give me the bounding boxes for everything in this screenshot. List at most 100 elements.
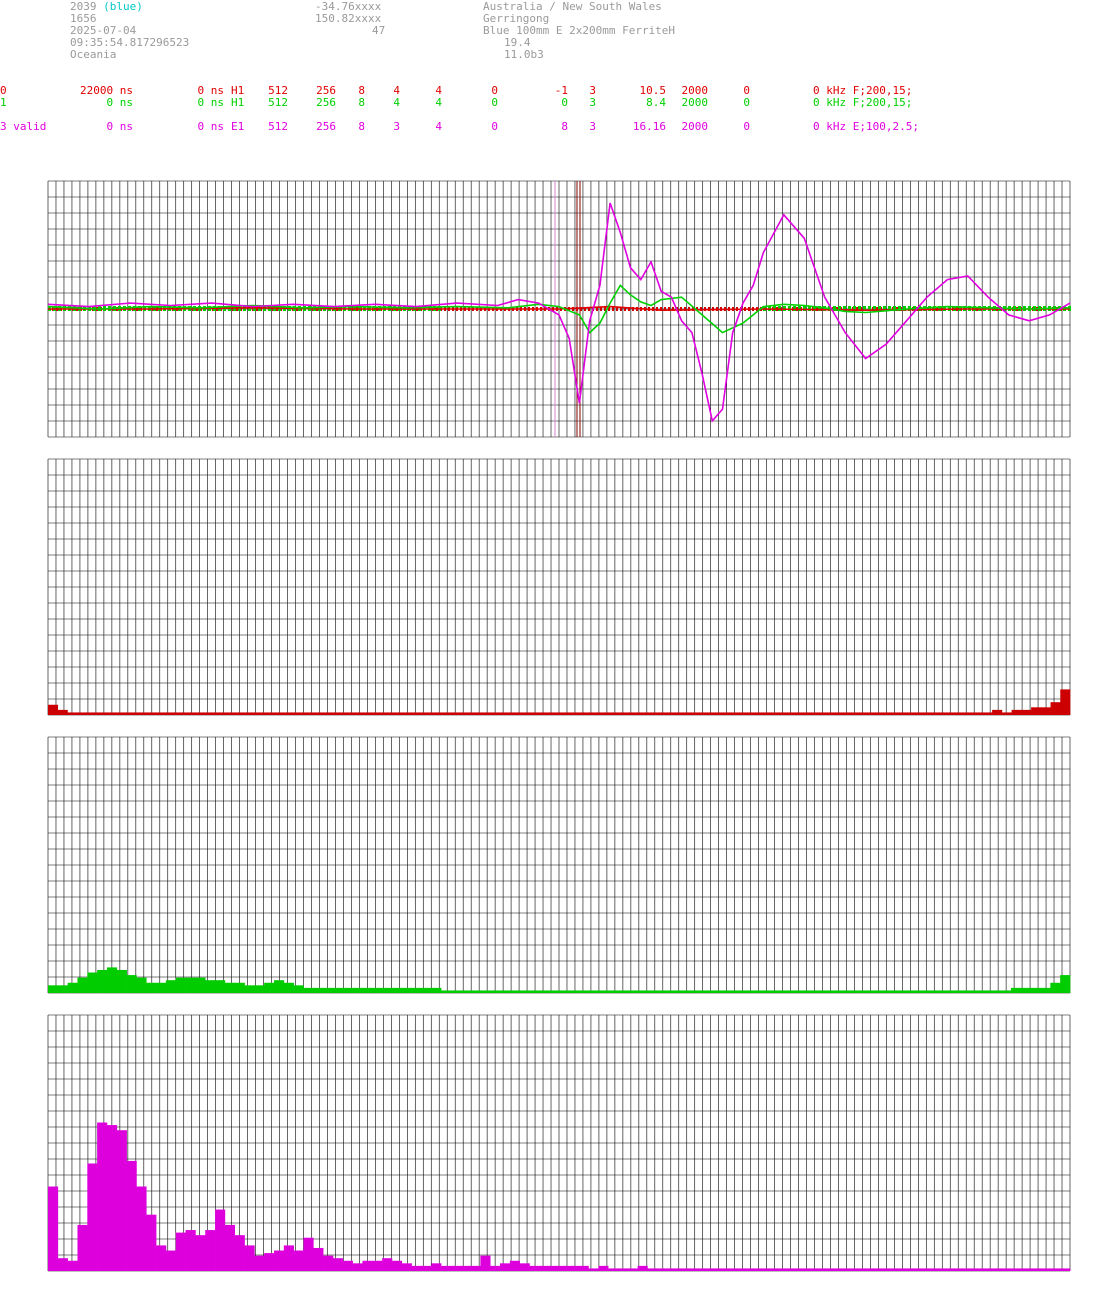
spectrum-bar <box>709 712 720 715</box>
spectrum-bar <box>797 712 808 715</box>
spectrum-bar <box>1040 707 1051 715</box>
spectrum-bar <box>719 712 730 715</box>
spectrum-bar <box>274 1250 285 1271</box>
spectrum-bar <box>549 990 560 993</box>
spectrum-bar <box>323 1255 334 1271</box>
spectrum-bar <box>873 990 884 993</box>
spectrum-bar <box>421 1265 432 1271</box>
spectrum-bar <box>244 985 255 993</box>
spectrum-bar <box>971 1268 982 1271</box>
spectrum-bar <box>991 1268 1002 1271</box>
spectrum-bar <box>912 990 923 993</box>
spectrum-bar <box>417 712 428 715</box>
spectrum-bar <box>408 712 419 715</box>
spectrum-bar <box>637 1265 648 1271</box>
spectrum-bar <box>534 712 545 715</box>
spectrum-bar <box>559 1265 570 1271</box>
spectrum-bar <box>505 712 516 715</box>
spectrum-bar <box>205 980 216 993</box>
spectrum-bar <box>391 987 403 993</box>
spectrum-bar <box>902 990 914 993</box>
spectrum-bar <box>450 990 462 993</box>
spectrum-bar <box>213 712 224 715</box>
spectrum-bar <box>696 990 707 993</box>
spectrum-bar <box>924 712 935 715</box>
spectrum-bar <box>617 990 629 993</box>
spectrum-bar <box>313 987 324 993</box>
spectrum-bar <box>320 712 331 715</box>
spectrum-bar <box>893 990 904 993</box>
spectrum-bar <box>981 990 992 993</box>
spectrum-bar <box>77 1224 88 1271</box>
spectrum-bar <box>824 990 835 993</box>
spectrum-bar <box>67 712 78 715</box>
spectrum-bar <box>706 1268 717 1271</box>
spectrum-bar <box>794 1268 805 1271</box>
spectrum-bar <box>680 712 691 715</box>
spectrum-bar <box>568 1265 579 1271</box>
spectrum-bar <box>578 990 589 993</box>
spectrum-bar <box>853 1268 864 1271</box>
spectrum-bar <box>539 990 550 993</box>
spectrum-bar <box>476 712 487 715</box>
spectrum-bar <box>932 990 943 993</box>
spectrum-bar <box>765 1268 776 1271</box>
spectrum-bar <box>745 1268 756 1271</box>
spectrum-bar <box>135 712 146 715</box>
spectrum-bar <box>500 1263 511 1271</box>
spectrum-bar <box>264 982 275 993</box>
spectrum-bar <box>735 1268 747 1271</box>
spectrum-bar <box>116 969 127 993</box>
spectrum-bar <box>126 1160 137 1271</box>
spectrum-bar <box>441 1265 452 1271</box>
spectrum-bar <box>608 990 619 993</box>
spectrum-bar <box>657 1268 668 1271</box>
spectrum-bar <box>647 990 658 993</box>
spectrum-bar <box>1060 689 1071 715</box>
spectrum-bar <box>588 990 599 993</box>
spectrum-bar <box>215 980 226 993</box>
spectrum-bar <box>952 990 963 993</box>
spectrum-bar <box>323 987 334 993</box>
spectrum-bar <box>515 712 526 715</box>
grid-panel-1 <box>47 458 1071 716</box>
spectrum-bar <box>223 712 234 715</box>
spectrum-bar <box>352 987 363 993</box>
spectrum-bar <box>865 712 876 715</box>
spectrum-bar <box>466 712 477 715</box>
grid-panel-2 <box>47 736 1071 994</box>
spectrum-bar <box>883 990 894 993</box>
spectrum-bar <box>902 1268 914 1271</box>
spectrum-bar <box>165 1250 177 1271</box>
spectrum-bar <box>175 977 186 993</box>
spectrum-bar <box>843 1268 855 1271</box>
spectrum-bar <box>500 990 511 993</box>
spectrum-bar <box>893 1268 904 1271</box>
spectrum-bar <box>598 990 609 993</box>
spectrum-bar <box>57 709 68 715</box>
spectrum-bar <box>834 990 845 993</box>
spectrum-bar <box>244 1245 255 1271</box>
spectrum-bar <box>234 982 245 993</box>
spectrum-bar <box>480 990 491 993</box>
spectrum-bar <box>303 987 314 993</box>
spectrum-bar <box>165 980 177 993</box>
spectrum-bar <box>224 1224 236 1271</box>
spectrum-bar <box>57 985 68 993</box>
spectrum-bar <box>739 712 750 715</box>
spectrum-bar <box>768 712 779 715</box>
spectrum-bar <box>215 1209 226 1271</box>
spectrum-bar <box>1020 987 1031 993</box>
spectrum-bar <box>961 990 973 993</box>
spectrum-bar <box>632 712 643 715</box>
spectrum-bar <box>48 1186 59 1271</box>
spectrum-bar <box>195 977 206 993</box>
spectrum-bar <box>372 1260 383 1271</box>
spectrum-bar <box>401 1263 412 1271</box>
spectrum-bar <box>349 712 360 715</box>
spectrum-bar <box>1030 1268 1041 1271</box>
spectrum-bar <box>524 712 535 715</box>
spectrum-bar <box>814 990 825 993</box>
spectrum-bar <box>369 712 380 715</box>
spectrum-bar <box>486 712 497 715</box>
